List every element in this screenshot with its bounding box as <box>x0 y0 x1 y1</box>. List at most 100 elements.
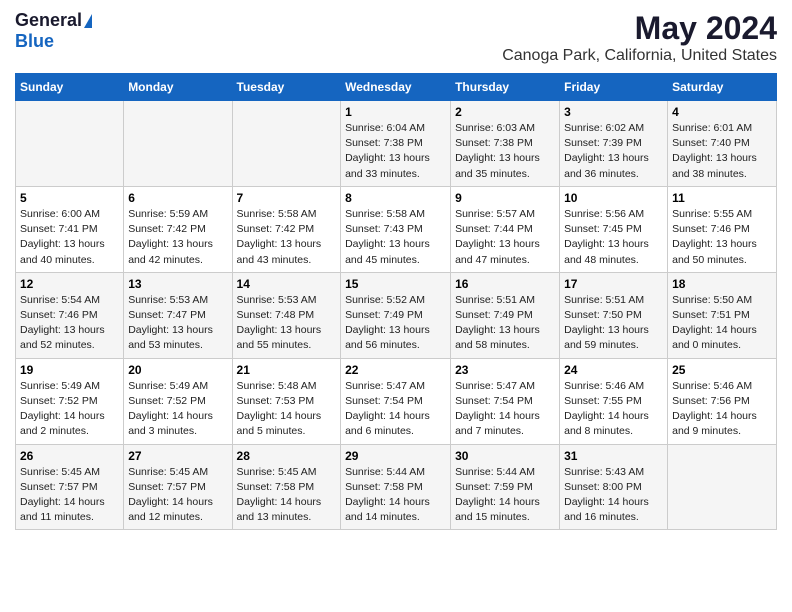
day-number: 23 <box>455 363 555 377</box>
day-info: Sunrise: 5:57 AM Sunset: 7:44 PM Dayligh… <box>455 207 555 268</box>
page-header: General Blue May 2024 Canoga Park, Calif… <box>15 10 777 65</box>
day-number: 28 <box>237 449 337 463</box>
calendar-cell: 15 Sunrise: 5:52 AM Sunset: 7:49 PM Dayli… <box>341 272 451 358</box>
day-number: 21 <box>237 363 337 377</box>
day-info: Sunrise: 5:45 AM Sunset: 7:58 PM Dayligh… <box>237 465 337 526</box>
day-info: Sunrise: 6:03 AM Sunset: 7:38 PM Dayligh… <box>455 121 555 182</box>
weekday-header: Monday <box>124 74 232 101</box>
calendar-week-row: 12 Sunrise: 5:54 AM Sunset: 7:46 PM Dayli… <box>16 272 777 358</box>
calendar-cell: 28 Sunrise: 5:45 AM Sunset: 7:58 PM Dayli… <box>232 444 341 530</box>
weekday-header: Sunday <box>16 74 124 101</box>
day-info: Sunrise: 6:00 AM Sunset: 7:41 PM Dayligh… <box>20 207 119 268</box>
day-info: Sunrise: 5:49 AM Sunset: 7:52 PM Dayligh… <box>128 379 227 440</box>
day-info: Sunrise: 6:04 AM Sunset: 7:38 PM Dayligh… <box>345 121 446 182</box>
day-info: Sunrise: 5:48 AM Sunset: 7:53 PM Dayligh… <box>237 379 337 440</box>
day-number: 8 <box>345 191 446 205</box>
calendar-cell <box>668 444 777 530</box>
calendar-cell: 11 Sunrise: 5:55 AM Sunset: 7:46 PM Dayli… <box>668 186 777 272</box>
day-info: Sunrise: 5:47 AM Sunset: 7:54 PM Dayligh… <box>455 379 555 440</box>
day-number: 6 <box>128 191 227 205</box>
calendar-cell: 9 Sunrise: 5:57 AM Sunset: 7:44 PM Daylig… <box>451 186 560 272</box>
weekday-header: Saturday <box>668 74 777 101</box>
title-section: May 2024 Canoga Park, California, United… <box>502 10 777 65</box>
calendar-cell <box>124 101 232 187</box>
day-info: Sunrise: 5:56 AM Sunset: 7:45 PM Dayligh… <box>564 207 663 268</box>
day-number: 19 <box>20 363 119 377</box>
weekday-header: Thursday <box>451 74 560 101</box>
day-info: Sunrise: 5:50 AM Sunset: 7:51 PM Dayligh… <box>672 293 772 354</box>
calendar-cell: 6 Sunrise: 5:59 AM Sunset: 7:42 PM Daylig… <box>124 186 232 272</box>
calendar-cell: 21 Sunrise: 5:48 AM Sunset: 7:53 PM Dayli… <box>232 358 341 444</box>
day-number: 22 <box>345 363 446 377</box>
day-number: 15 <box>345 277 446 291</box>
day-number: 29 <box>345 449 446 463</box>
day-number: 3 <box>564 105 663 119</box>
day-info: Sunrise: 5:45 AM Sunset: 7:57 PM Dayligh… <box>20 465 119 526</box>
calendar-cell: 19Sunrise: 5:49 AM Sunset: 7:52 PM Dayli… <box>16 358 124 444</box>
day-number: 1 <box>345 105 446 119</box>
calendar-cell: 2Sunrise: 6:03 AM Sunset: 7:38 PM Daylig… <box>451 101 560 187</box>
calendar-title: May 2024 <box>502 10 777 47</box>
day-number: 26 <box>20 449 119 463</box>
calendar-cell: 25Sunrise: 5:46 AM Sunset: 7:56 PM Dayli… <box>668 358 777 444</box>
day-info: Sunrise: 5:53 AM Sunset: 7:48 PM Dayligh… <box>237 293 337 354</box>
calendar-cell: 26 Sunrise: 5:45 AM Sunset: 7:57 PM Dayli… <box>16 444 124 530</box>
day-info: Sunrise: 5:52 AM Sunset: 7:49 PM Dayligh… <box>345 293 446 354</box>
calendar-cell: 8 Sunrise: 5:58 AM Sunset: 7:43 PM Daylig… <box>341 186 451 272</box>
day-info: Sunrise: 5:51 AM Sunset: 7:49 PM Dayligh… <box>455 293 555 354</box>
day-info: Sunrise: 5:51 AM Sunset: 7:50 PM Dayligh… <box>564 293 663 354</box>
day-number: 30 <box>455 449 555 463</box>
day-number: 14 <box>237 277 337 291</box>
day-number: 17 <box>564 277 663 291</box>
calendar-cell: 10Sunrise: 5:56 AM Sunset: 7:45 PM Dayli… <box>560 186 668 272</box>
calendar-cell: 12 Sunrise: 5:54 AM Sunset: 7:46 PM Dayli… <box>16 272 124 358</box>
day-number: 13 <box>128 277 227 291</box>
day-info: Sunrise: 5:54 AM Sunset: 7:46 PM Dayligh… <box>20 293 119 354</box>
logo: General Blue <box>15 10 92 52</box>
day-info: Sunrise: 5:58 AM Sunset: 7:43 PM Dayligh… <box>345 207 446 268</box>
calendar-cell: 17 Sunrise: 5:51 AM Sunset: 7:50 PM Dayli… <box>560 272 668 358</box>
weekday-header: Friday <box>560 74 668 101</box>
day-info: Sunrise: 5:47 AM Sunset: 7:54 PM Dayligh… <box>345 379 446 440</box>
day-info: Sunrise: 5:44 AM Sunset: 7:58 PM Dayligh… <box>345 465 446 526</box>
calendar-cell <box>16 101 124 187</box>
day-number: 24 <box>564 363 663 377</box>
calendar-cell: 4 Sunrise: 6:01 AM Sunset: 7:40 PM Daylig… <box>668 101 777 187</box>
logo-blue-text: Blue <box>15 31 54 52</box>
weekday-header: Wednesday <box>341 74 451 101</box>
calendar-cell: 14 Sunrise: 5:53 AM Sunset: 7:48 PM Dayli… <box>232 272 341 358</box>
day-info: Sunrise: 5:59 AM Sunset: 7:42 PM Dayligh… <box>128 207 227 268</box>
day-info: Sunrise: 5:53 AM Sunset: 7:47 PM Dayligh… <box>128 293 227 354</box>
day-number: 9 <box>455 191 555 205</box>
day-info: Sunrise: 5:55 AM Sunset: 7:46 PM Dayligh… <box>672 207 772 268</box>
calendar-cell: 27Sunrise: 5:45 AM Sunset: 7:57 PM Dayli… <box>124 444 232 530</box>
day-number: 18 <box>672 277 772 291</box>
calendar-cell: 22 Sunrise: 5:47 AM Sunset: 7:54 PM Dayli… <box>341 358 451 444</box>
calendar-cell: 30 Sunrise: 5:44 AM Sunset: 7:59 PM Dayli… <box>451 444 560 530</box>
calendar-cell: 23 Sunrise: 5:47 AM Sunset: 7:54 PM Dayli… <box>451 358 560 444</box>
day-info: Sunrise: 6:02 AM Sunset: 7:39 PM Dayligh… <box>564 121 663 182</box>
day-number: 11 <box>672 191 772 205</box>
day-info: Sunrise: 6:01 AM Sunset: 7:40 PM Dayligh… <box>672 121 772 182</box>
calendar-cell: 20Sunrise: 5:49 AM Sunset: 7:52 PM Dayli… <box>124 358 232 444</box>
calendar-cell: 3 Sunrise: 6:02 AM Sunset: 7:39 PM Daylig… <box>560 101 668 187</box>
weekday-header: Tuesday <box>232 74 341 101</box>
day-info: Sunrise: 5:44 AM Sunset: 7:59 PM Dayligh… <box>455 465 555 526</box>
day-number: 4 <box>672 105 772 119</box>
day-number: 25 <box>672 363 772 377</box>
calendar-week-row: 5 Sunrise: 6:00 AM Sunset: 7:41 PM Daylig… <box>16 186 777 272</box>
day-number: 5 <box>20 191 119 205</box>
day-info: Sunrise: 5:45 AM Sunset: 7:57 PM Dayligh… <box>128 465 227 526</box>
calendar-cell: 29 Sunrise: 5:44 AM Sunset: 7:58 PM Dayli… <box>341 444 451 530</box>
calendar-cell: 16Sunrise: 5:51 AM Sunset: 7:49 PM Dayli… <box>451 272 560 358</box>
day-number: 12 <box>20 277 119 291</box>
calendar-table: SundayMondayTuesdayWednesdayThursdayFrid… <box>15 73 777 530</box>
calendar-week-row: 19 Sunrise: 5:49 AM Sunset: 7:52 PM Dayli… <box>16 358 777 444</box>
calendar-subtitle: Canoga Park, California, United States <box>502 47 777 65</box>
calendar-cell: 24Sunrise: 5:46 AM Sunset: 7:55 PM Dayli… <box>560 358 668 444</box>
calendar-week-row: 1 Sunrise: 6:04 AM Sunset: 7:38 PM Daylig… <box>16 101 777 187</box>
calendar-cell: 18 Sunrise: 5:50 AM Sunset: 7:51 PM Dayli… <box>668 272 777 358</box>
calendar-cell: 31Sunrise: 5:43 AM Sunset: 8:00 PM Dayli… <box>560 444 668 530</box>
day-info: Sunrise: 5:43 AM Sunset: 8:00 PM Dayligh… <box>564 465 663 526</box>
calendar-cell: 7Sunrise: 5:58 AM Sunset: 7:42 PM Daylig… <box>232 186 341 272</box>
